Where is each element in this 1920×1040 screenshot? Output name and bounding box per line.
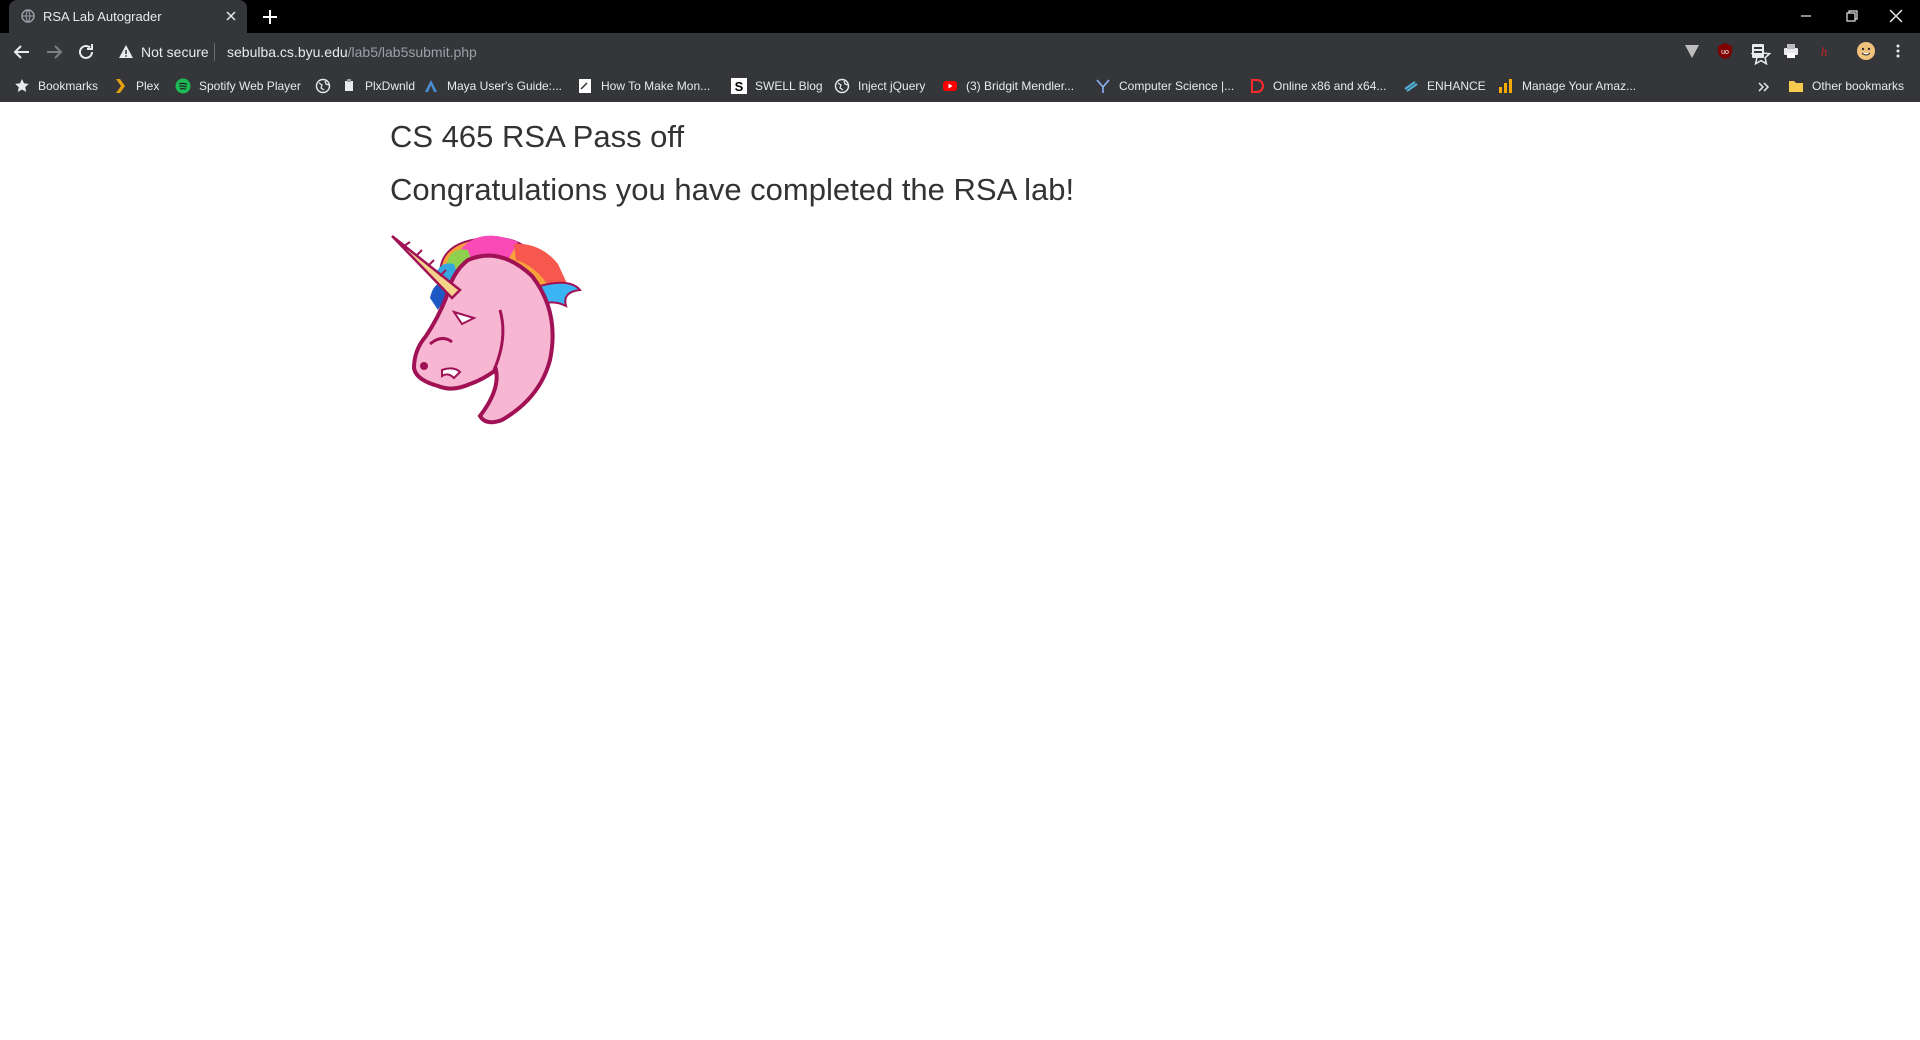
close-window-icon[interactable]	[1884, 4, 1908, 28]
forward-icon[interactable]	[42, 40, 66, 64]
lastpass-icon[interactable]: h	[1815, 42, 1833, 60]
minimize-icon[interactable]	[1794, 4, 1818, 28]
page-title: CS 465 RSA Pass off	[390, 119, 685, 154]
bookmark-spotify[interactable]: Spotify Web Player	[175, 76, 301, 96]
svg-text:S: S	[735, 79, 744, 94]
print-icon[interactable]	[1782, 42, 1800, 60]
bookmark-inject-jquery[interactable]: Inject jQuery	[834, 76, 925, 96]
browser-chrome: RSA Lab Autograder Not secure sebulba.cs…	[0, 0, 1920, 102]
security-label[interactable]: Not secure	[141, 44, 209, 60]
url-text[interactable]: sebulba.cs.byu.edu/lab5/lab5submit.php	[227, 44, 477, 60]
avatar[interactable]	[1856, 41, 1876, 61]
autodesk-icon	[425, 80, 437, 92]
tab-strip: RSA Lab Autograder	[0, 0, 1920, 33]
globe-icon	[21, 9, 35, 23]
kebab-menu-icon[interactable]	[1889, 42, 1907, 60]
d-icon	[1251, 79, 1264, 93]
youtube-icon	[943, 81, 957, 91]
bookmark-youtube[interactable]: (3) Bridgit Mendler...	[942, 76, 1074, 96]
url-host: sebulba.cs.byu.edu	[227, 44, 348, 60]
globe-icon	[315, 78, 331, 94]
success-message: Congratulations you have completed the R…	[390, 172, 1075, 207]
separator	[214, 43, 215, 61]
bookmark-online-x86[interactable]: Online x86 and x64...	[1249, 76, 1386, 96]
tab-rsa-lab[interactable]: RSA Lab Autograder	[9, 0, 247, 33]
chart-icon	[1499, 79, 1512, 93]
toolbar: Not secure sebulba.cs.byu.edu/lab5/lab5s…	[0, 33, 1920, 71]
reload-icon[interactable]	[74, 40, 98, 64]
bookmark-globe[interactable]	[315, 76, 339, 96]
enhance-icon	[1404, 81, 1418, 92]
bookmark-maya[interactable]: Maya User's Guide:...	[423, 76, 562, 96]
page-icon	[579, 79, 591, 93]
globe-icon	[834, 78, 850, 94]
bookmark-how-to-make-money[interactable]: How To Make Mon...	[577, 76, 710, 96]
warning-icon[interactable]	[118, 44, 134, 60]
restore-icon[interactable]	[1840, 4, 1864, 28]
svg-text:uo: uo	[1721, 49, 1729, 56]
tab-title: RSA Lab Autograder	[43, 9, 162, 24]
bookmark-computer-science[interactable]: Computer Science |...	[1095, 76, 1234, 96]
bookmarklet-icon	[345, 79, 353, 91]
swell-icon: S	[731, 78, 747, 94]
y-icon	[1096, 79, 1110, 93]
chevron-double-right-icon[interactable]	[1756, 79, 1772, 95]
bookmark-swell-blog[interactable]: S SWELL Blog	[731, 76, 823, 96]
plex-icon	[116, 79, 125, 93]
bookmark-manage-amazon[interactable]: Manage Your Amaz...	[1498, 76, 1636, 96]
spotify-icon	[175, 78, 191, 94]
extension-icon[interactable]	[1749, 42, 1767, 60]
bookmark-enhance[interactable]: ENHANCE	[1403, 76, 1486, 96]
bookmark-plex[interactable]: Plex	[112, 76, 159, 96]
back-icon[interactable]	[10, 40, 34, 64]
bookmark-other[interactable]: Other bookmarks	[1788, 76, 1904, 96]
url-path: /lab5/lab5submit.php	[347, 44, 477, 60]
bookmark-plxdwnld[interactable]: PlxDwnld	[341, 76, 415, 96]
star-icon	[15, 79, 29, 92]
bookmark-bookmarks[interactable]: Bookmarks	[14, 76, 98, 96]
folder-icon	[1789, 81, 1803, 92]
address-bar[interactable]: Not secure sebulba.cs.byu.edu/lab5/lab5s…	[110, 38, 1772, 66]
unicorn-logo-image	[391, 235, 582, 425]
new-tab-icon[interactable]	[260, 7, 280, 27]
ublock-icon[interactable]: uo	[1716, 42, 1734, 60]
bookmarks-bar: Bookmarks Plex Spotify Web Player PlxDwn…	[0, 71, 1920, 102]
svg-text:h: h	[1821, 44, 1828, 59]
close-icon[interactable]	[223, 8, 239, 24]
vimium-icon[interactable]	[1683, 42, 1701, 60]
